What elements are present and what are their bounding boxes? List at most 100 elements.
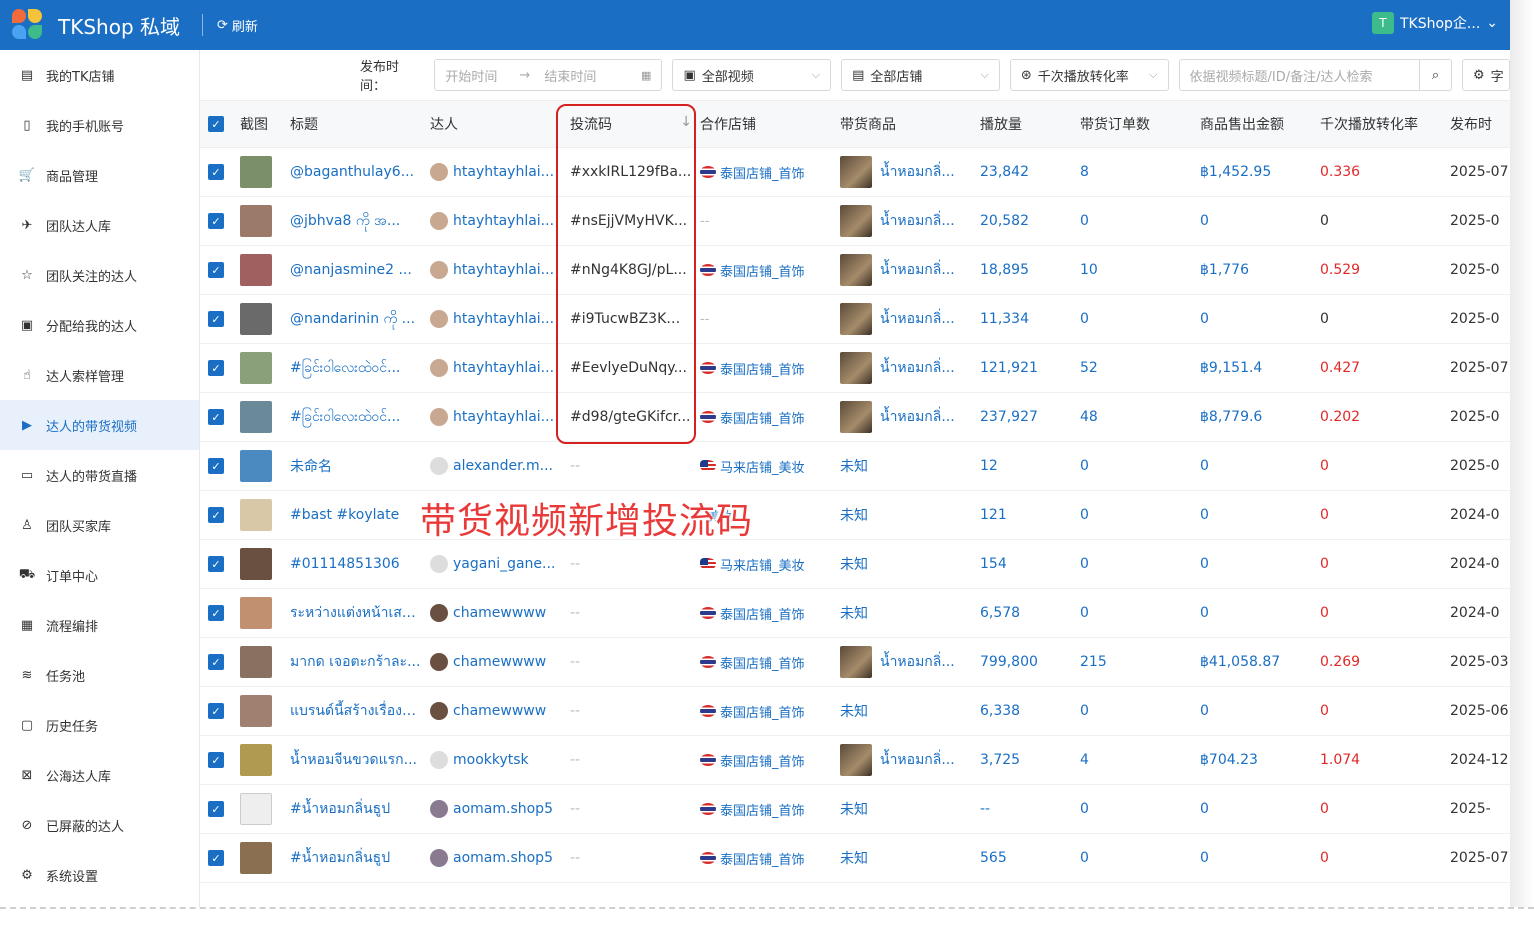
video-thumbnail[interactable]: [240, 156, 272, 188]
product-name[interactable]: น้ำหอมกลิ่...: [880, 406, 955, 428]
views-value[interactable]: 6,578: [980, 605, 1080, 621]
orders-value[interactable]: 52: [1080, 360, 1200, 376]
product-name[interactable]: น้ำหอมกลิ่...: [880, 259, 955, 281]
shop-name[interactable]: 泰国店铺_首饰: [720, 261, 805, 280]
sales-value[interactable]: ฿1,452.95: [1200, 164, 1320, 180]
orders-value[interactable]: 0: [1080, 556, 1200, 572]
shop-name[interactable]: 马来店铺_美妆: [720, 457, 805, 476]
table-row[interactable]: ✓ @jbhva8 ကို အ... htayhtayhlai... #nsEj…: [200, 197, 1510, 246]
shop-name[interactable]: 泰国店铺_首饰: [720, 849, 805, 868]
table-row[interactable]: ✓ @nanjasmine2 ... htayhtayhlai... #nNg4…: [200, 246, 1510, 295]
video-thumbnail[interactable]: [240, 303, 272, 335]
video-title[interactable]: #น้ำหอมกลิ่นธูป: [290, 798, 430, 820]
shop-filter-select[interactable]: ▤ 全部店铺 ⌵: [841, 59, 1000, 91]
sales-value[interactable]: 0: [1200, 458, 1320, 474]
orders-value[interactable]: 0: [1080, 507, 1200, 523]
table-row[interactable]: ✓ @baganthulay6... htayhtayhlai... #xxkI…: [200, 148, 1510, 197]
views-value[interactable]: 18,895: [980, 262, 1080, 278]
product-name[interactable]: 未知: [840, 505, 868, 525]
sales-value[interactable]: ฿9,151.4: [1200, 360, 1320, 376]
shop-name[interactable]: 泰国店铺_首饰: [720, 653, 805, 672]
row-checkbox[interactable]: ✓: [200, 409, 240, 425]
row-checkbox[interactable]: ✓: [200, 360, 240, 376]
row-checkbox[interactable]: ✓: [200, 213, 240, 229]
shop-name[interactable]: 泰国店铺_首饰: [720, 408, 805, 427]
orders-value[interactable]: 0: [1080, 703, 1200, 719]
refresh-button[interactable]: ⟳ 刷新: [217, 16, 258, 35]
video-thumbnail[interactable]: [240, 205, 272, 237]
orders-value[interactable]: 0: [1080, 801, 1200, 817]
shop-name[interactable]: 泰国店铺_首饰: [720, 702, 805, 721]
views-value[interactable]: 121: [980, 507, 1080, 523]
product-name[interactable]: 未知: [840, 554, 868, 574]
video-title[interactable]: #น้ำหอมกลิ่นธูป: [290, 847, 430, 869]
row-checkbox[interactable]: ✓: [200, 801, 240, 817]
table-row[interactable]: ✓ #ခြင်းဝါလေးထဲဝင်... htayhtayhlai... #d…: [200, 393, 1510, 442]
product-name[interactable]: น้ำหอมกลิ่...: [880, 161, 955, 183]
sidebar-item[interactable]: ▯ 我的手机账号: [0, 100, 199, 150]
video-title[interactable]: 未命名: [290, 456, 430, 476]
sidebar-item[interactable]: ▤ 我的TK店铺: [0, 50, 199, 100]
sidebar-item[interactable]: ≋ 任务池: [0, 650, 199, 700]
metric-sort-select[interactable]: ⊛ 千次播放转化率 ⌵: [1009, 59, 1169, 91]
sales-value[interactable]: 0: [1200, 605, 1320, 621]
row-checkbox[interactable]: ✓: [200, 507, 240, 523]
orders-value[interactable]: 0: [1080, 605, 1200, 621]
product-name[interactable]: 未知: [840, 799, 868, 819]
video-thumbnail[interactable]: [240, 401, 272, 433]
start-date-input[interactable]: 开始时间: [445, 66, 497, 85]
product-name[interactable]: 未知: [840, 603, 868, 623]
video-thumbnail[interactable]: [240, 597, 272, 629]
orders-value[interactable]: 215: [1080, 654, 1200, 670]
views-value[interactable]: --: [980, 801, 1080, 817]
sales-value[interactable]: 0: [1200, 213, 1320, 229]
product-name[interactable]: น้ำหอมกลิ่...: [880, 357, 955, 379]
sidebar-item[interactable]: ⛟ 订单中心: [0, 550, 199, 600]
orders-value[interactable]: 0: [1080, 311, 1200, 327]
video-thumbnail[interactable]: [240, 548, 272, 580]
creator-name[interactable]: chamewwww: [453, 605, 546, 621]
orders-value[interactable]: 0: [1080, 213, 1200, 229]
video-title[interactable]: #bast #koylate: [290, 507, 430, 523]
product-name[interactable]: 未知: [840, 701, 868, 721]
views-value[interactable]: 565: [980, 850, 1080, 866]
sales-value[interactable]: 0: [1200, 311, 1320, 327]
sales-value[interactable]: ฿1,776: [1200, 262, 1320, 278]
search-input[interactable]: 依据视频标题/ID/备注/达人检索: [1190, 66, 1414, 85]
views-value[interactable]: 121,921: [980, 360, 1080, 376]
row-checkbox[interactable]: ✓: [200, 556, 240, 572]
video-thumbnail[interactable]: [240, 793, 272, 825]
creator-name[interactable]: chamewwww: [453, 654, 546, 670]
video-title[interactable]: @nanjasmine2 ...: [290, 262, 430, 278]
views-value[interactable]: 20,582: [980, 213, 1080, 229]
column-settings-button[interactable]: ⚙ 字: [1462, 59, 1510, 91]
video-filter-select[interactable]: ▣ 全部视频 ⌵: [672, 59, 832, 91]
video-title[interactable]: @baganthulay6...: [290, 164, 430, 180]
video-title[interactable]: แบรนด์นี้สร้างเรื่องอี...: [290, 700, 430, 722]
sidebar-item[interactable]: ▣ 分配给我的达人: [0, 300, 199, 350]
video-title[interactable]: ระหว่างแต่งหน้าเสร็...: [290, 602, 430, 624]
sales-value[interactable]: 0: [1200, 801, 1320, 817]
views-value[interactable]: 23,842: [980, 164, 1080, 180]
table-row[interactable]: ✓ น้ำหอมจีนขวดแรก... mookkytsk -- 泰国店铺_首…: [200, 736, 1510, 785]
creator-name[interactable]: yagani_gane...: [453, 556, 555, 572]
sales-value[interactable]: 0: [1200, 556, 1320, 572]
shop-name[interactable]: 泰国店铺_首饰: [720, 800, 805, 819]
table-row[interactable]: ✓ #น้ำหอมกลิ่นธูป aomam.shop5 -- 泰国店铺_首饰…: [200, 834, 1510, 883]
row-checkbox[interactable]: ✓: [200, 164, 240, 180]
header-code[interactable]: 投流码 ↓: [570, 114, 700, 134]
sidebar-item[interactable]: ⊠ 公海达人库: [0, 750, 199, 800]
creator-name[interactable]: htayhtayhlai...: [453, 213, 554, 229]
row-checkbox[interactable]: ✓: [200, 605, 240, 621]
video-title[interactable]: @jbhva8 ကို အ...: [290, 211, 430, 232]
video-title[interactable]: น้ำหอมจีนขวดแรก...: [290, 749, 430, 771]
product-name[interactable]: 未知: [840, 456, 868, 476]
table-row[interactable]: ✓ #01114851306 yagani_gane... -- 马来店铺_美妆…: [200, 540, 1510, 589]
video-title[interactable]: #01114851306: [290, 556, 430, 572]
video-thumbnail[interactable]: [240, 352, 272, 384]
row-checkbox[interactable]: ✓: [200, 262, 240, 278]
row-checkbox[interactable]: ✓: [200, 850, 240, 866]
row-checkbox[interactable]: ✓: [200, 703, 240, 719]
sidebar-item[interactable]: ▶ 达人的带货视频: [0, 400, 199, 450]
video-thumbnail[interactable]: [240, 744, 272, 776]
